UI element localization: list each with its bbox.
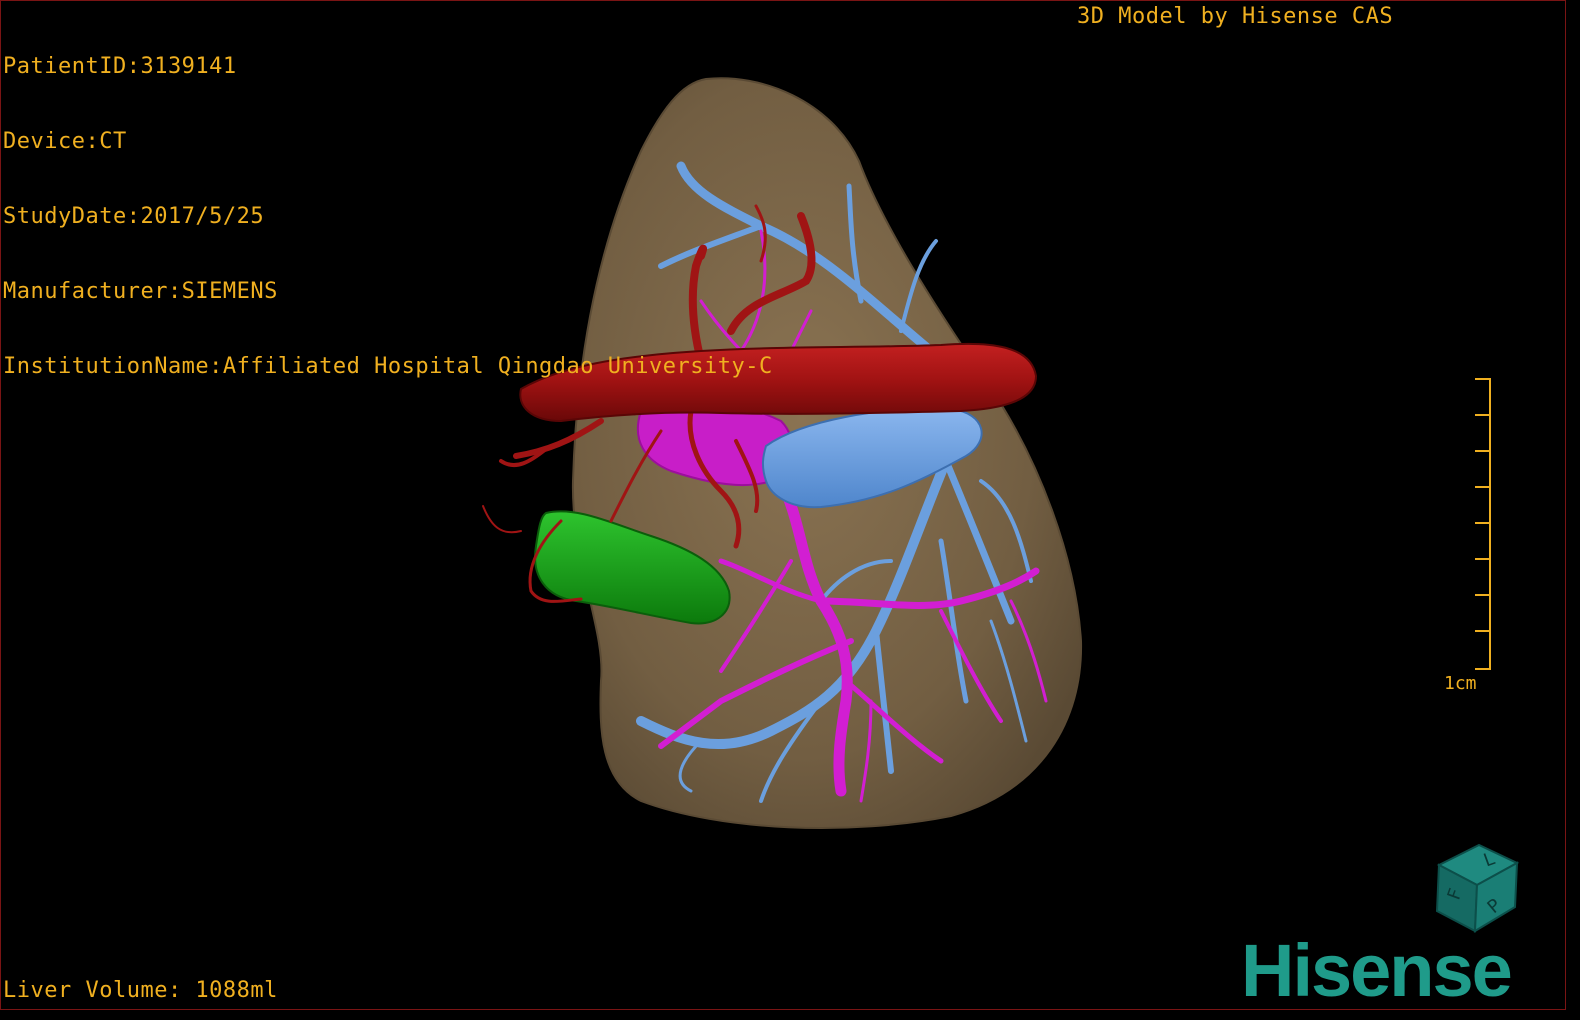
- 3d-viewport[interactable]: PatientID:3139141 Device:CT StudyDate:20…: [0, 0, 1566, 1010]
- device-label: Device:CT: [3, 129, 127, 154]
- manufacturer-label: Manufacturer:SIEMENS: [3, 279, 278, 304]
- orientation-cube-icon[interactable]: F L P: [1419, 837, 1523, 937]
- hisense-logo: Hisense: [1241, 929, 1513, 1010]
- scale-bar: [1475, 378, 1491, 670]
- branding-label: 3D Model by Hisense CAS: [1077, 4, 1394, 29]
- liver-volume-label: Liver Volume: 1088ml: [3, 978, 278, 1003]
- institution-label: InstitutionName:Affiliated Hospital Qing…: [3, 354, 773, 379]
- patient-id-label: PatientID:3139141: [3, 54, 237, 79]
- dicom-info-overlay: PatientID:3139141 Device:CT StudyDate:20…: [3, 4, 773, 429]
- scale-bar-label: 1cm: [1444, 673, 1477, 694]
- study-date-label: StudyDate:2017/5/25: [3, 204, 265, 229]
